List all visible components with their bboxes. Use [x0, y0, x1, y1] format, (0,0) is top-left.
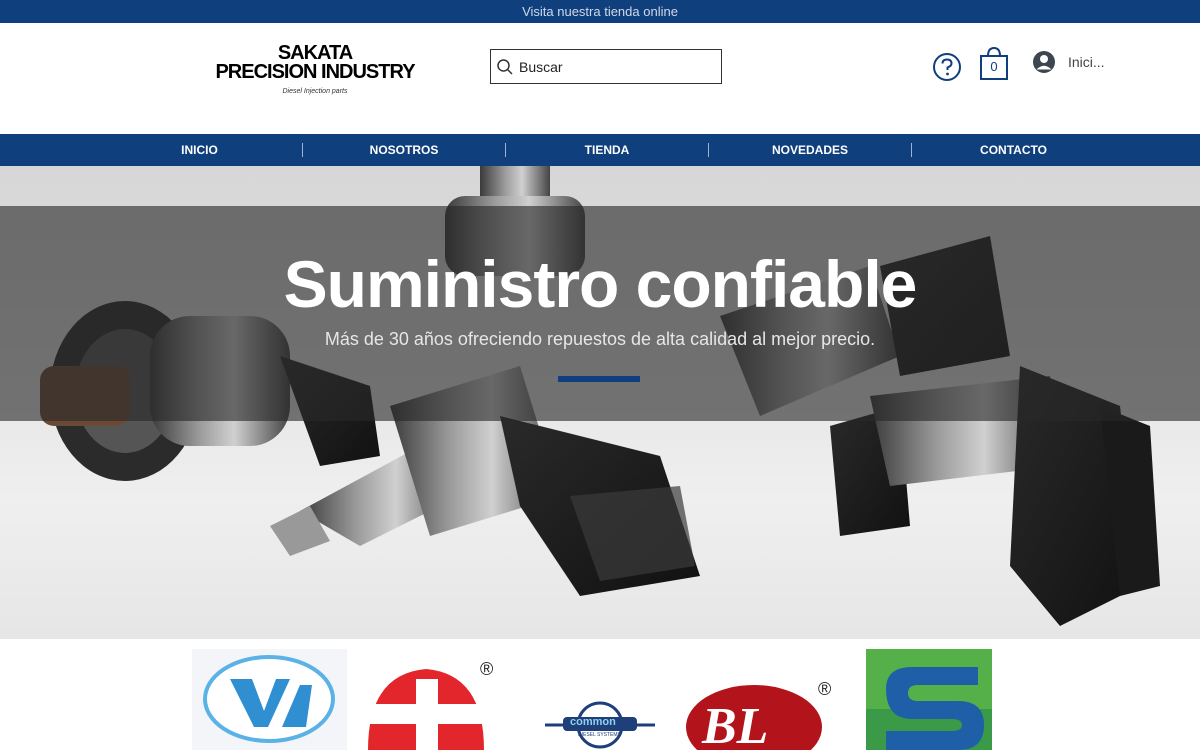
- login-label: Inici...: [1068, 54, 1105, 70]
- hero-banner: Suministro confiable Más de 30 años ofre…: [0, 166, 1200, 639]
- site-header: SAKATA PRECISION INDUSTRY Diesel Injecti…: [0, 23, 1200, 134]
- login-button[interactable]: Inici...: [1032, 50, 1105, 74]
- brand-logos-strip: ® common DIESEL SYSTEMS BL ®: [0, 639, 1200, 750]
- bl-wordmark: BL: [702, 698, 769, 750]
- registered-mark: ®: [480, 659, 494, 679]
- logo-tagline: Diesel Injection parts: [282, 88, 348, 95]
- logo-line-1: SAKATA: [277, 42, 353, 64]
- nav-item-contacto[interactable]: CONTACTO: [912, 134, 1115, 166]
- site-logo[interactable]: SAKATA PRECISION INDUSTRY Diesel Injecti…: [205, 43, 425, 95]
- announcement-bar: Visita nuestra tienda online: [0, 0, 1200, 23]
- search-box[interactable]: [490, 49, 722, 84]
- nav-item-nosotros[interactable]: NOSOTROS: [303, 134, 505, 166]
- help-circle-icon[interactable]: [932, 52, 962, 82]
- cart-button[interactable]: 0: [979, 45, 1009, 81]
- cart-count: 0: [990, 59, 998, 74]
- announcement-link[interactable]: Visita nuestra tienda online: [522, 4, 678, 19]
- brand-logo-common[interactable]: common DIESEL SYSTEMS: [545, 649, 655, 750]
- logo-line-2: PRECISION INDUSTRY: [215, 61, 415, 83]
- registered-mark: ®: [818, 679, 832, 699]
- hero-accent-bar: [558, 376, 640, 382]
- brand-logo-yz[interactable]: [192, 649, 347, 750]
- search-input[interactable]: [519, 58, 709, 75]
- nav-item-tienda[interactable]: TIENDA: [506, 134, 708, 166]
- brand-logo-red-cross[interactable]: ®: [360, 649, 505, 750]
- main-nav: INICIO NOSOTROS TIENDA NOVEDADES CONTACT…: [0, 134, 1200, 166]
- nav-item-inicio[interactable]: INICIO: [98, 134, 301, 166]
- common-subtext: DIESEL SYSTEMS: [578, 732, 621, 738]
- user-avatar-icon: [1033, 51, 1055, 73]
- brand-logo-bl[interactable]: BL ®: [686, 649, 846, 750]
- brand-logo-s[interactable]: [866, 649, 992, 750]
- hero-title: Suministro confiable: [283, 247, 918, 321]
- search-icon[interactable]: [491, 50, 519, 83]
- hero-subtitle: Más de 30 años ofreciendo repuestos de a…: [324, 329, 876, 349]
- nav-item-novedades[interactable]: NOVEDADES: [709, 134, 911, 166]
- common-wordmark: common: [570, 716, 616, 728]
